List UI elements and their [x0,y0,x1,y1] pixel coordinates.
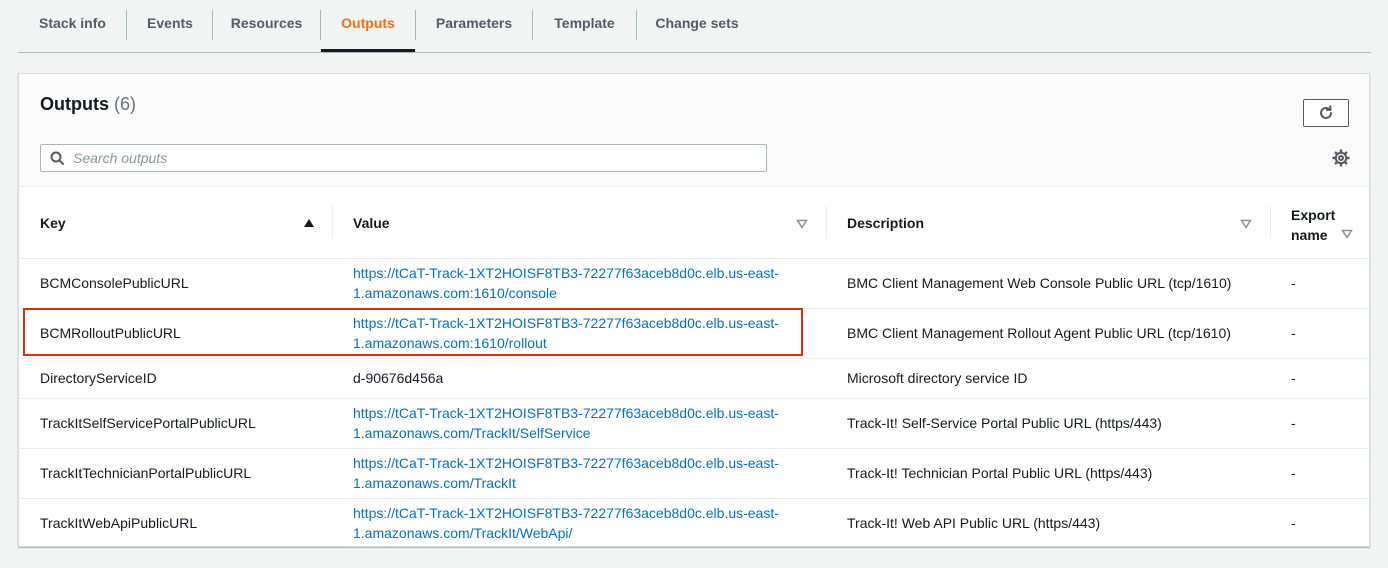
tab-change-sets[interactable]: Change sets [637,0,757,46]
column-divider [332,206,333,238]
column-header-description[interactable]: Description [847,215,924,231]
table-header: Key Value Description Export name [19,186,1369,259]
column-header-export-name[interactable]: Export name [1291,205,1335,245]
output-url-link[interactable]: https://tCaT-Track-1XT2HOISF8TB3-72277f6… [353,505,779,541]
output-url-link[interactable]: https://tCaT-Track-1XT2HOISF8TB3-72277f6… [353,315,779,351]
tab-bar: Stack info Events Resources Outputs Para… [18,0,1371,53]
column-header-export-line1: Export [1291,207,1336,223]
row-value: https://tCaT-Track-1XT2HOISF8TB3-72277f6… [353,263,803,303]
row-key: DirectoryServiceID [40,370,157,386]
sort-ascending-icon[interactable] [303,218,315,228]
row-export-name: - [1291,415,1296,431]
row-value: https://tCaT-Track-1XT2HOISF8TB3-72277f6… [353,453,803,493]
output-url-link[interactable]: https://tCaT-Track-1XT2HOISF8TB3-72277f6… [353,405,779,441]
tab-outputs[interactable]: Outputs [321,0,415,46]
row-value: d-90676d456a [353,370,444,386]
tab-parameters[interactable]: Parameters [416,0,532,46]
sort-icon[interactable] [1240,219,1252,229]
panel-title-text: Outputs [40,94,109,114]
row-value: https://tCaT-Track-1XT2HOISF8TB3-72277f6… [353,313,803,353]
row-key: TrackItWebApiPublicURL [40,515,198,531]
active-tab-indicator [321,49,415,52]
outputs-panel: Outputs (6) Search outputs Key Value Des… [18,73,1370,547]
table-row: TrackItSelfServicePortalPublicURL https:… [19,399,1369,449]
row-key: BCMConsolePublicURL [40,275,189,291]
tab-events[interactable]: Events [127,0,213,46]
row-value: https://tCaT-Track-1XT2HOISF8TB3-72277f6… [353,503,803,543]
panel-title: Outputs (6) [40,94,136,115]
gear-icon[interactable] [1332,149,1350,167]
row-key: TrackItTechnicianPortalPublicURL [40,465,252,481]
row-key: BCMRolloutPublicURL [40,325,181,341]
column-divider [826,206,827,238]
refresh-icon [1320,105,1332,119]
row-description: Microsoft directory service ID [847,370,1028,386]
row-export-name: - [1291,465,1296,481]
row-description: BMC Client Management Web Console Public… [847,275,1232,291]
output-url-link[interactable]: https://tCaT-Track-1XT2HOISF8TB3-72277f6… [353,265,779,301]
tab-resources[interactable]: Resources [213,0,320,46]
column-header-key[interactable]: Key [40,215,66,231]
row-export-name: - [1291,275,1296,291]
table-row: BCMRolloutPublicURL https://tCaT-Track-1… [19,309,1369,359]
sort-icon[interactable] [796,219,808,229]
search-icon [50,151,64,165]
column-header-value[interactable]: Value [353,215,390,231]
row-value: https://tCaT-Track-1XT2HOISF8TB3-72277f6… [353,403,803,443]
panel-header: Outputs (6) [19,74,1369,187]
table-row: DirectoryServiceID d-90676d456a Microsof… [19,359,1369,399]
search-input[interactable] [73,148,753,168]
row-export-name: - [1291,370,1296,386]
table-row: TrackItTechnicianPortalPublicURL https:/… [19,449,1369,499]
tab-template[interactable]: Template [533,0,636,46]
refresh-button[interactable] [1303,99,1349,127]
row-description: Track-It! Technician Portal Public URL (… [847,465,1153,481]
row-export-name: - [1291,325,1296,341]
row-description: Track-It! Web API Public URL (https/443) [847,515,1101,531]
column-header-export-line2: name [1291,227,1328,243]
output-url-link[interactable]: https://tCaT-Track-1XT2HOISF8TB3-72277f6… [353,455,779,491]
row-key: TrackItSelfServicePortalPublicURL [40,415,256,431]
column-divider [1270,206,1271,238]
outputs-count: (6) [114,94,137,114]
table-row: BCMConsolePublicURL https://tCaT-Track-1… [19,259,1369,309]
tab-stack-info[interactable]: Stack info [18,0,127,46]
row-description: BMC Client Management Rollout Agent Publ… [847,325,1231,341]
table-row: TrackItWebApiPublicURL https://tCaT-Trac… [19,499,1369,547]
row-export-name: - [1291,515,1296,531]
row-description: Track-It! Self-Service Portal Public URL… [847,415,1162,431]
sort-icon[interactable] [1341,229,1353,239]
search-outputs-field[interactable] [40,144,767,172]
